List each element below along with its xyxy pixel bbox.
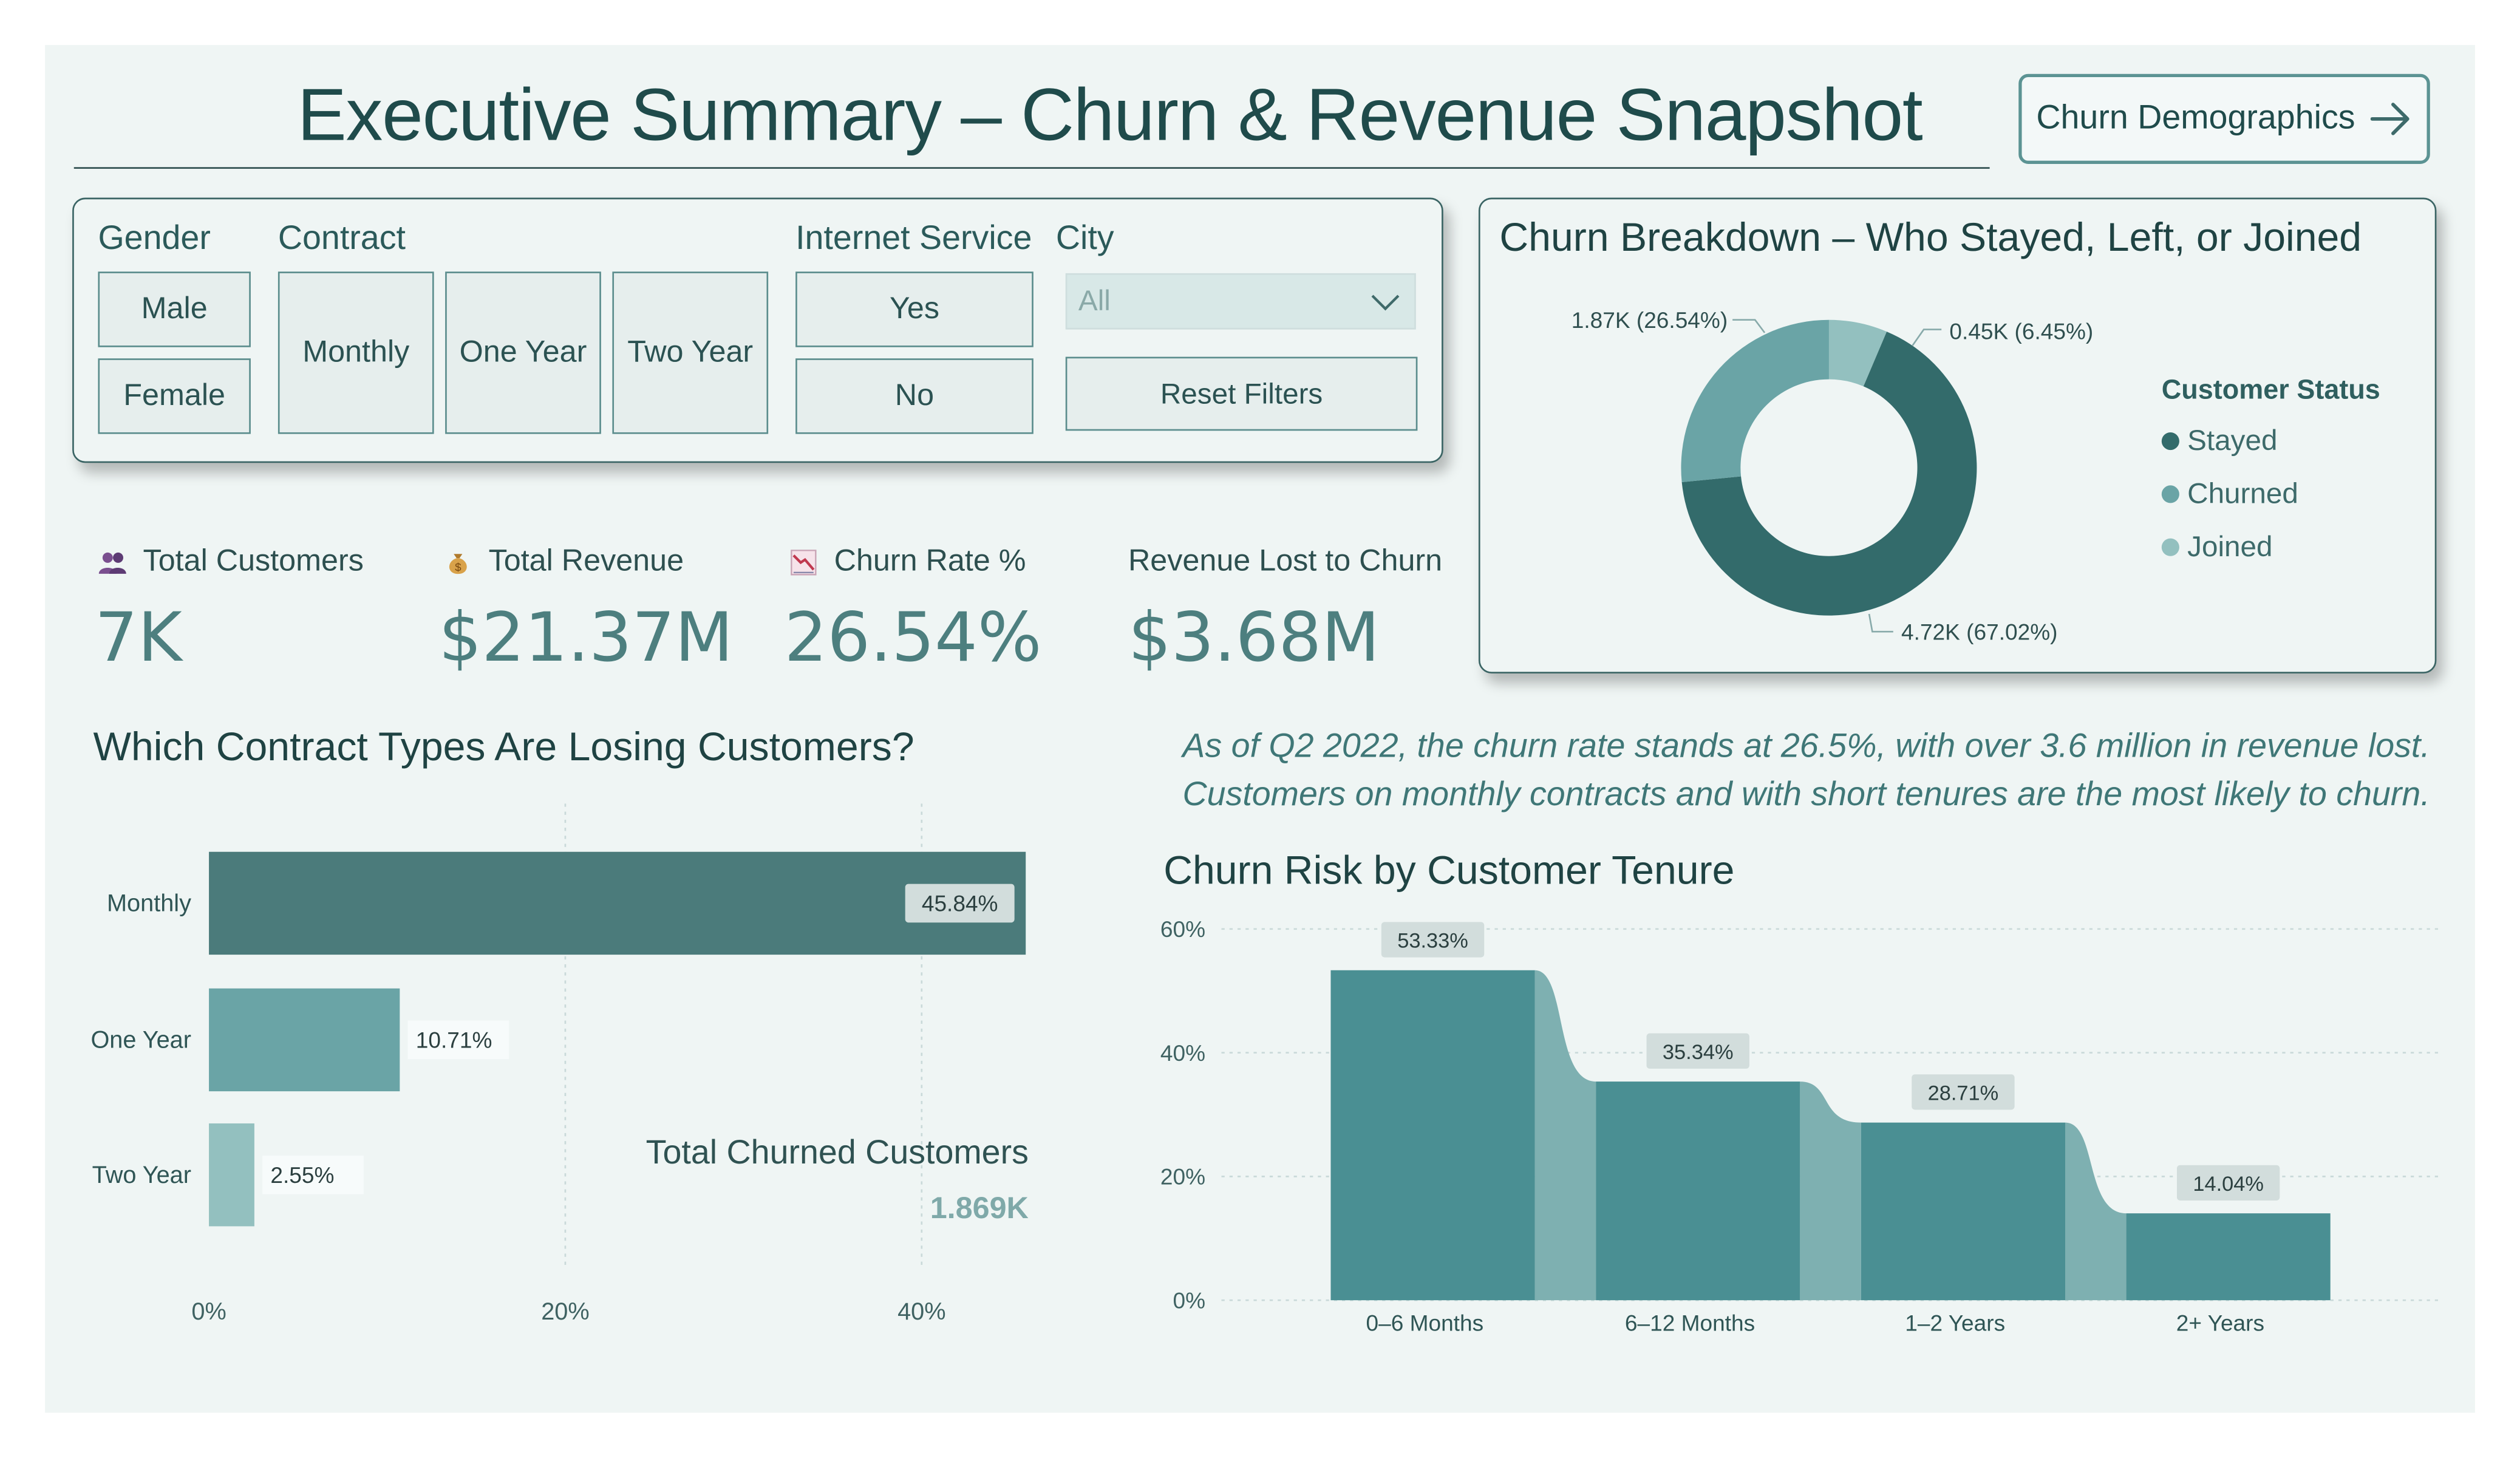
category-label-two-year: Two Year <box>92 1162 191 1188</box>
kpi-churn-rate-label: Churn Rate % <box>789 545 1026 580</box>
kpi-revenue-lost-value: $3.68M <box>1128 598 1380 677</box>
data-label-2-years: 14.04% <box>2193 1173 2264 1196</box>
total-churned-value: 1.869K <box>930 1192 1029 1227</box>
y-tick-label: 20% <box>1160 1164 1205 1190</box>
contract-monthly-button[interactable]: Monthly <box>278 271 434 434</box>
page-title: Executive Summary – Churn & Revenue Snap… <box>297 72 1923 156</box>
bar-1-2-years <box>1861 1122 2066 1301</box>
summary-note: As of Q2 2022, the churn rate stands at … <box>1182 723 2430 820</box>
donut-leader-churned <box>1732 319 1766 333</box>
legend-label-stayed: Stayed <box>2187 424 2278 457</box>
legend-marker-stayed <box>2161 432 2179 451</box>
reset-filters-button[interactable]: Reset Filters <box>1065 356 1418 431</box>
bar-monthly <box>209 851 1026 955</box>
data-label-two-year: 2.55% <box>270 1162 334 1188</box>
category-label-2-years: 2+ Years <box>2176 1310 2264 1335</box>
donut-slice-churned <box>1681 319 1829 483</box>
svg-text:$: $ <box>455 560 461 573</box>
legend-marker-churned <box>2161 485 2179 503</box>
bar-0-6-months <box>1330 970 1535 1301</box>
bar-2-years <box>2126 1213 2331 1301</box>
kpi-total-customers-label: Total Customers <box>98 545 364 580</box>
tenure-churn-chart: 0% 20% 40% 60% 53.33% 0–6 Months 35.34% 6–12 Mo… <box>1160 916 2443 1335</box>
data-label-1-2-years: 28.71% <box>1928 1082 1999 1105</box>
donut-label-joined: 0.45K (6.45%) <box>1949 318 2093 344</box>
y-tick-label: 60% <box>1160 916 1205 942</box>
ribbon-connector <box>2065 1122 2127 1301</box>
kpi-total-customers-value: 7K <box>95 598 182 677</box>
customer-status-legend-title: Customer Status <box>2161 374 2380 405</box>
data-label-0-6-months: 53.33% <box>1397 930 1468 953</box>
ribbon-connector <box>1800 1082 1861 1301</box>
nav-button-label: Churn Demographics <box>2036 100 2355 137</box>
contract-filter-label: Contract <box>278 220 406 257</box>
city-dropdown-value: All <box>1078 284 1111 317</box>
contract-churn-chart: 0% 20% 40% Monthly 45.84% One Year 10.71% Two Y… <box>90 803 1026 1325</box>
gender-male-button[interactable]: Male <box>98 271 251 347</box>
category-label-one-year: One Year <box>90 1027 191 1054</box>
x-tick-label: 20% <box>541 1298 589 1325</box>
customer-status-legend: Stayed Churned Joined <box>2161 415 2298 574</box>
legend-label-churned: Churned <box>2187 477 2298 510</box>
legend-item-stayed: Stayed <box>2161 415 2298 468</box>
tenure-chart-title: Churn Risk by Customer Tenure <box>1163 848 1735 894</box>
data-label-monthly: 45.84% <box>922 891 998 916</box>
internet-yes-button[interactable]: Yes <box>795 271 1034 347</box>
contract-one-year-button[interactable]: One Year <box>445 271 601 434</box>
donut-leader-joined <box>1912 329 1942 346</box>
contract-two-year-button[interactable]: Two Year <box>612 271 769 434</box>
bar-two-year <box>209 1123 254 1227</box>
gender-female-button[interactable]: Female <box>98 358 251 434</box>
donut-label-stayed: 4.72K (67.02%) <box>1901 619 2057 644</box>
kpi-total-revenue-label: $ Total Revenue <box>443 545 684 580</box>
donut-label-churned: 1.87K (26.54%) <box>1572 307 1728 333</box>
y-tick-label: 0% <box>1173 1287 1205 1313</box>
legend-item-joined: Joined <box>2161 521 2298 574</box>
kpi-churn-rate-value: 26.54% <box>784 598 1042 677</box>
title-underline <box>73 167 1990 169</box>
data-label-one-year: 10.71% <box>416 1027 492 1053</box>
contract-chart-title: Which Contract Types Are Losing Customer… <box>93 724 914 770</box>
chart-down-icon <box>791 550 817 576</box>
summary-note-line1: As of Q2 2022, the churn rate stands at … <box>1182 727 2430 765</box>
category-label-monthly: Monthly <box>107 890 191 917</box>
category-label-0-6-months: 0–6 Months <box>1366 1310 1484 1335</box>
chevron-down-icon <box>1371 295 1400 311</box>
bar-6-12-months <box>1596 1082 1800 1301</box>
x-tick-label: 0% <box>191 1298 226 1325</box>
legend-marker-joined <box>2161 538 2179 556</box>
gender-filter-label: Gender <box>98 220 211 257</box>
donut-leader-stayed <box>1868 613 1893 633</box>
kpi-total-revenue-value: $21.37M <box>438 598 734 677</box>
legend-label-joined: Joined <box>2187 530 2273 563</box>
city-dropdown[interactable]: All <box>1065 273 1416 330</box>
summary-note-line2: Customers on monthly contracts and with … <box>1182 776 2430 814</box>
people-icon <box>98 552 126 574</box>
city-filter-label: City <box>1055 220 1114 257</box>
money-bag-icon: $ <box>449 554 467 574</box>
category-label-1-2-years: 1–2 Years <box>1905 1310 2005 1335</box>
internet-no-button[interactable]: No <box>795 358 1034 434</box>
data-label-6-12-months: 35.34% <box>1663 1041 1734 1064</box>
x-tick-label: 40% <box>897 1298 945 1325</box>
y-tick-label: 40% <box>1160 1040 1205 1066</box>
legend-item-churned: Churned <box>2161 468 2298 520</box>
total-churned-label: Total Churned Customers <box>645 1134 1029 1172</box>
churn-demographics-button[interactable]: Churn Demographics <box>2018 73 2430 164</box>
bar-one-year <box>209 988 400 1092</box>
arrow-right-icon <box>2371 103 2410 135</box>
internet-service-filter-label: Internet Service <box>795 220 1032 257</box>
kpi-revenue-lost-label: Revenue Lost to Churn <box>1128 545 1443 579</box>
category-label-6-12-months: 6–12 Months <box>1625 1310 1755 1335</box>
ribbon-connector <box>1534 970 1596 1301</box>
